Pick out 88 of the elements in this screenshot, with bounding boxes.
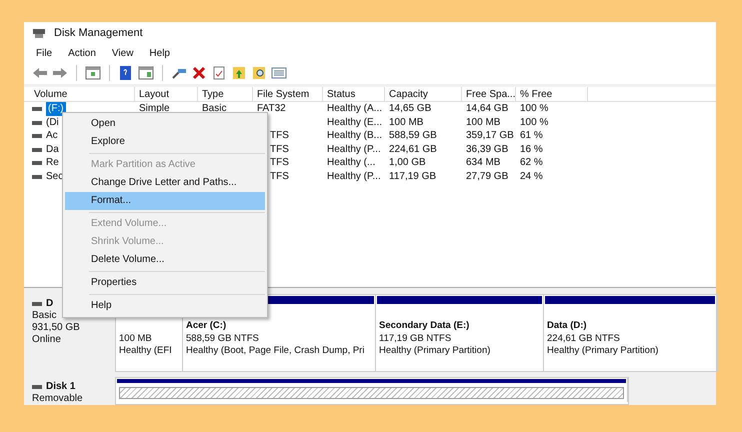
forward-arrow-icon[interactable] <box>52 66 68 80</box>
table-cell: TFS <box>270 142 289 156</box>
partition-info: Healthy (Primary Partition) <box>379 345 492 358</box>
disk-name: D <box>46 298 54 310</box>
checked-document-icon[interactable] <box>211 66 227 80</box>
window-title: Disk Management <box>54 26 143 41</box>
partition-info: 588,59 GB NTFS <box>186 332 260 346</box>
context-menu-item[interactable]: Change Drive Letter and Paths... <box>65 174 265 192</box>
table-cell[interactable]: Da <box>46 142 59 156</box>
table-cell: 100 MB <box>466 116 500 130</box>
folder-search-icon[interactable] <box>251 66 267 80</box>
table-cell: 27,79 GB <box>466 170 508 184</box>
partition-info: 100 MB <box>119 332 153 346</box>
table-cell: TFS <box>270 156 289 170</box>
table-cell: FAT32 <box>257 102 286 116</box>
table-cell: 1,00 GB <box>389 156 426 170</box>
table-cell[interactable]: (Di <box>46 116 59 130</box>
partition-info: 224,61 GB NTFS <box>547 332 621 346</box>
table-cell: 24 % <box>520 170 543 184</box>
column-header[interactable]: Volume <box>24 87 135 102</box>
column-header[interactable]: Capacity <box>385 87 462 102</box>
table-cell: Healthy (P... <box>327 142 381 156</box>
table-cell: 36,39 GB <box>466 142 508 156</box>
table-cell: 62 % <box>520 156 543 170</box>
disk-drive-icon <box>32 26 46 39</box>
column-header[interactable]: File System <box>253 87 323 102</box>
table-cell: Basic <box>202 102 226 116</box>
folder-up-icon[interactable] <box>231 66 247 80</box>
table-cell: 16 % <box>520 142 543 156</box>
console-icon[interactable] <box>85 66 101 80</box>
table-cell: Healthy (P... <box>327 170 381 184</box>
table-cell: 100 % <box>520 102 548 116</box>
context-menu-item[interactable]: Properties <box>65 274 265 292</box>
partition-title: Data (D:) <box>547 320 588 333</box>
menu-item[interactable]: View <box>112 46 134 61</box>
context-menu-item[interactable]: Format... <box>65 192 265 210</box>
partition-info: Healthy (Boot, Page File, Crash Dump, Pri <box>186 345 366 358</box>
context-menu-item[interactable]: Open <box>65 115 265 133</box>
delete-icon[interactable] <box>191 66 207 80</box>
menu-item[interactable]: Help <box>149 46 170 61</box>
column-header[interactable]: % Free <box>516 87 588 102</box>
table-cell[interactable]: Ac <box>46 129 58 143</box>
menu-item[interactable]: Action <box>68 46 96 61</box>
column-header[interactable]: Free Spa... <box>462 87 516 102</box>
disk-name: Disk 1 <box>46 380 76 393</box>
disk-info: Basic <box>32 310 58 322</box>
partition-title: Acer (C:) <box>186 320 228 333</box>
table-cell[interactable]: Sec <box>46 170 64 184</box>
back-arrow-icon[interactable] <box>32 66 48 80</box>
disk-info: Online <box>32 334 62 346</box>
partition-info: Healthy (EFI <box>119 345 173 358</box>
disk-info: Removable <box>32 392 84 405</box>
context-menu-item[interactable]: Delete Volume... <box>65 251 265 269</box>
table-cell: 224,61 GB <box>389 142 437 156</box>
table-cell: TFS <box>270 170 289 184</box>
partition-block[interactable]: Data (D:) 224,61 GB NTFS Healthy (Primary Partition) <box>544 294 717 371</box>
table-cell: 61 % <box>520 129 543 143</box>
table-cell[interactable]: (F:) <box>46 102 66 116</box>
partition-info: 117,19 GB NTFS <box>379 332 452 346</box>
column-header[interactable]: Layout <box>135 87 198 102</box>
disk-info: 931,50 GB <box>32 322 81 334</box>
table-cell: Healthy (B... <box>327 129 382 143</box>
table-cell: TFS <box>270 129 289 143</box>
table-cell: 14,64 GB <box>466 102 508 116</box>
table-cell: 634 MB <box>466 156 500 170</box>
partition-title: Secondary Data (E:) <box>379 320 470 333</box>
column-header[interactable]: Type <box>198 87 253 102</box>
table-cell: Healthy (... <box>327 156 376 170</box>
table-cell: 117,19 GB <box>389 170 436 184</box>
list-icon[interactable] <box>271 66 287 80</box>
table-cell: 100 % <box>520 116 548 130</box>
partition-block[interactable]: Secondary Data (E:) 117,19 GB NTFS Healthy (Primary Partition) <box>376 294 544 371</box>
column-header[interactable]: Status <box>323 87 385 102</box>
table-cell: 588,59 GB <box>389 129 437 143</box>
context-menu-item[interactable]: Explore <box>65 133 265 151</box>
panel-icon[interactable] <box>138 66 154 80</box>
partition-info: Healthy (Primary Partition) <box>547 345 660 358</box>
table-cell: 100 MB <box>389 116 424 130</box>
table-cell: Healthy (A... <box>327 102 382 116</box>
menu-item[interactable]: File <box>36 46 52 61</box>
table-cell: 359,17 GB <box>466 129 514 143</box>
table-cell: Healthy (E... <box>327 116 382 130</box>
table-cell: Simple <box>139 102 170 116</box>
partition-block[interactable] <box>116 378 628 402</box>
help-icon[interactable] <box>118 66 134 80</box>
table-cell[interactable]: Re <box>46 156 59 170</box>
connect-icon[interactable] <box>171 66 187 80</box>
table-cell: 14,65 GB <box>389 102 432 116</box>
